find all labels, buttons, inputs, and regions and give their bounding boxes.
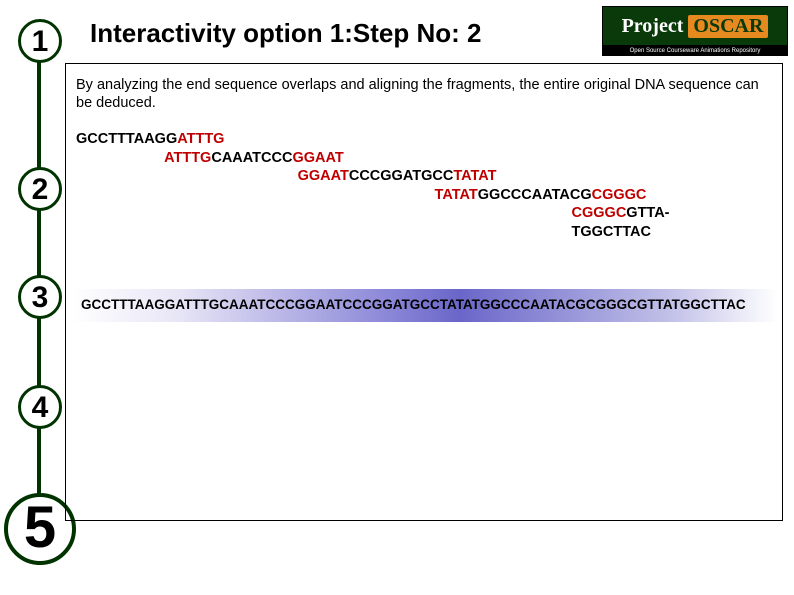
result-sequence-text: GCCTTTAAGGATTTGCAAATCCCGGAATCCCGGATGCCTA… <box>81 297 767 314</box>
step-circle-3[interactable]: 3 <box>18 275 62 319</box>
project-oscar-logo: Project OSCAR Open Source Courseware Ani… <box>602 6 788 56</box>
result-sequence-bar: GCCTTTAAGGATTTGCAAATCCCGGAATCCCGGATGCCTA… <box>71 289 777 322</box>
intro-paragraph: By analyzing the end sequence overlaps a… <box>76 76 772 112</box>
logo-subtitle: Open Source Courseware Animations Reposi… <box>603 45 787 56</box>
step-circle-2[interactable]: 2 <box>18 167 62 211</box>
logo-project-text: Project <box>622 15 684 38</box>
logo-top-row: Project OSCAR <box>603 7 787 45</box>
logo-oscar-text: OSCAR <box>688 15 768 38</box>
page-title: Interactivity option 1:Step No: 2 <box>90 18 482 49</box>
step-circle-1[interactable]: 1 <box>18 19 62 63</box>
content-panel: By analyzing the end sequence overlaps a… <box>65 63 783 521</box>
step-circle-4[interactable]: 4 <box>18 385 62 429</box>
fragment-alignment-block: GCCTTTAAGGATTTG ATTTGCAAATCCCGGAAT GGAAT… <box>76 130 772 241</box>
step-sidebar: 1 2 3 4 5 <box>8 25 68 585</box>
